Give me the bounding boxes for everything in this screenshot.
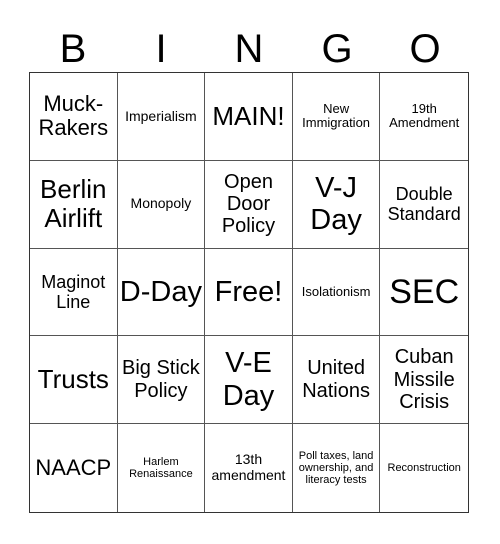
header-letter-o: O — [409, 27, 441, 71]
bingo-cell[interactable]: Double Standard — [380, 161, 468, 249]
bingo-cell[interactable]: Trusts — [30, 336, 118, 425]
bingo-cell[interactable]: Reconstruction — [380, 424, 468, 512]
bingo-cell[interactable]: Harlem Renaissance — [118, 424, 206, 512]
bingo-cell[interactable]: SEC — [380, 249, 468, 337]
bingo-cell[interactable]: V-E Day — [205, 336, 293, 425]
bingo-cell[interactable]: Isolationism — [292, 248, 381, 337]
bingo-cell[interactable]: New Immigration — [292, 73, 381, 161]
bingo-cell[interactable]: Imperialism — [117, 73, 206, 161]
bingo-cell[interactable]: NAACP — [30, 424, 118, 512]
bingo-grid: Muck-Rakers Imperialism MAIN! New Immigr… — [29, 72, 469, 513]
bingo-cell[interactable]: Muck-Rakers — [30, 73, 118, 161]
bingo-cell[interactable]: Cuban Missile Crisis — [380, 336, 468, 425]
bingo-cell[interactable]: Poll taxes, land ownership, and literacy… — [293, 424, 381, 512]
bingo-cell[interactable]: V-J Day — [292, 160, 381, 249]
bingo-cell[interactable]: D-Day — [117, 248, 206, 337]
free-space[interactable]: Free! — [205, 248, 293, 337]
bingo-header: B I N G O — [29, 26, 469, 72]
header-letter-g: G — [321, 27, 353, 71]
header-letter-b: B — [59, 27, 87, 71]
bingo-cell[interactable]: 19th Amendment — [380, 73, 468, 161]
bingo-cell[interactable]: Open Door Policy — [205, 160, 293, 249]
bingo-cell[interactable]: Monopoly — [117, 160, 206, 249]
bingo-cell[interactable]: Berlin Airlift — [30, 160, 118, 249]
header-letter-i: I — [155, 27, 167, 71]
bingo-cell[interactable]: MAIN! — [205, 73, 293, 161]
bingo-cell[interactable]: United Nations — [292, 336, 381, 425]
header-letter-n: N — [234, 27, 264, 71]
bingo-cell[interactable]: Big Stick Policy — [117, 336, 206, 425]
bingo-cell[interactable]: Maginot Line — [30, 248, 118, 337]
bingo-cell[interactable]: 13th amendment — [205, 424, 293, 512]
